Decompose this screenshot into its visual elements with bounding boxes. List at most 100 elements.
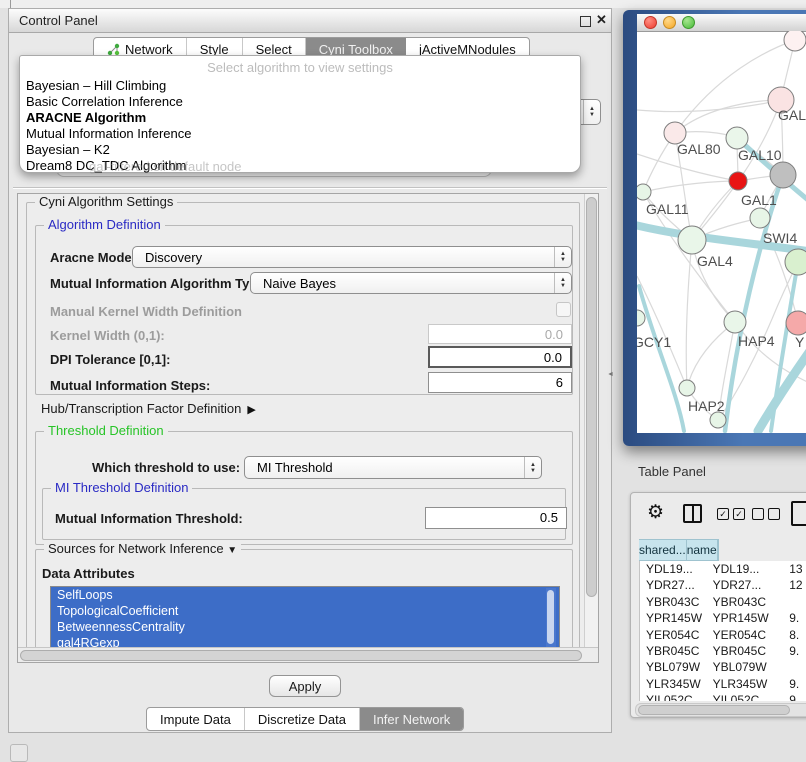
mi-threshold-label: Mutual Information Threshold: [55,511,243,526]
top-strip [0,0,806,8]
tab[interactable]: Infer Network [360,708,463,730]
cell-shared-name: YLR345W [640,676,710,692]
network-node[interactable] [750,208,770,228]
list-scrollbar[interactable] [546,588,556,650]
network-node[interactable] [784,31,806,51]
table-row[interactable]: YPR145W YPR145W 9. [640,610,806,626]
float-window-icon[interactable] [580,16,591,27]
node-label: Y [795,334,805,350]
zoom-traffic-light-icon[interactable] [682,16,695,29]
data-attributes-list: SelfLoops TopologicalCoefficient Between… [50,586,560,652]
application-window: Control Panel ✕ Network Style [0,0,806,762]
network-node[interactable] [724,311,746,333]
table-row[interactable]: YIL052C YIL052C 9. [640,692,806,701]
deselect-all-checkboxes-icon[interactable] [752,508,780,520]
list-item[interactable]: TopologicalCoefficient [51,603,559,619]
control-panel-titlebar: Control Panel ✕ [9,9,611,33]
settings-vertical-scrollbar[interactable] [584,194,598,648]
minimize-traffic-light-icon[interactable] [663,16,676,29]
close-icon[interactable]: ✕ [596,12,607,28]
network-node[interactable] [679,380,695,396]
column-header[interactable]: shared... [639,539,687,561]
hub-definition-toggle[interactable]: Hub/Transcription Factor Definition▶ [41,401,256,416]
list-scrollbar-thumb[interactable] [547,590,554,644]
table-row[interactable]: YDL19... YDL19... 13 [640,561,806,577]
select-all-checkboxes-icon[interactable]: ✓✓ [717,508,745,520]
mi-threshold-title: MI Threshold Definition [51,481,192,495]
tab[interactable]: Discretize Data [245,708,360,730]
cell-name: YER054C [710,627,786,643]
table-row[interactable]: YBR043C YBR043C [640,594,806,610]
network-node[interactable] [710,412,726,428]
network-canvas-frame: GAL7GAL80GAL10GAL1GAL11GAL4SWI4GCY1HAP4Y… [637,14,806,433]
manual-kernel-label: Manual Kernel Width Definition [50,304,242,319]
network-window-titlebar[interactable] [637,14,806,32]
settings-gear-icon[interactable]: ⚙ [647,503,664,523]
dropdown-item[interactable]: Basic Correlation Inference [26,94,574,110]
settings-horizontal-scrollbar[interactable] [18,647,598,662]
mi-steps-field[interactable]: 6 [428,372,572,393]
list-item[interactable]: SelfLoops [51,587,559,603]
apply-button[interactable]: Apply [269,675,341,697]
cell-name: YBR045C [710,643,786,659]
resize-grip[interactable] [10,744,28,762]
network-node[interactable] [770,162,796,188]
table-row[interactable]: YER054C YER054C 8. [640,627,806,643]
dropdown-item[interactable]: Bayesian – Hill Climbing [26,78,574,94]
column-header[interactable]: name [687,539,718,561]
which-threshold-label: Which threshold to use: [92,460,240,475]
network-view-window: GAL7GAL80GAL10GAL1GAL11GAL4SWI4GCY1HAP4Y… [623,10,806,446]
aracne-mode-combo[interactable]: Discovery ▲▼ [132,246,572,268]
cell-name: YLR345W [710,676,786,692]
table-row[interactable]: YDR27... YDR27... 12 [640,577,806,593]
network-node[interactable] [678,226,706,254]
manual-kernel-checkbox[interactable] [556,302,571,317]
spinner-arrows-icon: ▲▼ [583,100,600,124]
cell-shared-name: YBL079W [640,659,710,675]
kernel-width-field[interactable]: 0.0 [428,324,572,344]
node-label: GAL11 [646,201,689,217]
column-layout-icon[interactable] [683,504,702,523]
cell-shared-name: YBR045C [640,643,710,659]
mi-type-combo[interactable]: Naive Bayes ▲▼ [250,272,572,294]
spinner-arrows-icon: ▲▼ [554,273,571,293]
panel-title: Control Panel [19,13,98,28]
network-node[interactable] [726,127,748,149]
which-threshold-value: MI Threshold [245,460,333,475]
list-item[interactable]: BetweennessCentrality [51,619,559,635]
table-horizontal-scrollbar[interactable] [635,703,806,717]
table-row[interactable]: YBL079W YBL079W [640,659,806,675]
network-node[interactable] [637,310,645,326]
cell-value: 9. [785,676,806,692]
table-row[interactable]: YBR045C YBR045C 9. [640,643,806,659]
sources-title[interactable]: Sources for Network Inference ▼ [44,542,241,558]
cell-value: 9. [785,692,806,701]
new-table-icon[interactable] [791,501,806,526]
splitter-collapse-handle[interactable]: ◄ [607,371,613,379]
cell-value: 8. [785,627,806,643]
dpi-tolerance-field[interactable]: 0.0 [428,346,572,368]
table-row[interactable]: YLR345W YLR345W 9. [640,676,806,692]
cell-value [785,594,806,610]
tab[interactable]: Impute Data [147,708,245,730]
settings-hscrollbar-thumb[interactable] [20,650,582,661]
kernel-width-label: Kernel Width (0,1): [50,328,165,343]
dropdown-item[interactable]: Mutual Information Inference [26,126,574,142]
dropdown-item[interactable]: Bayesian – K2 [26,142,574,158]
close-traffic-light-icon[interactable] [644,16,657,29]
column-header[interactable] [718,539,719,561]
network-node[interactable] [729,172,747,190]
network-node[interactable] [785,249,806,275]
network-node[interactable] [637,184,651,200]
mi-threshold-field[interactable]: 0.5 [425,507,567,529]
sources-group: Sources for Network Inference ▼ Data Att… [35,549,573,659]
which-threshold-combo[interactable]: MI Threshold ▲▼ [244,456,542,479]
network-node[interactable] [786,311,806,335]
table-body: YDL19... YDL19... 13 YDR27... YDR27... 1… [639,561,806,701]
dropdown-item[interactable]: ARACNE Algorithm [26,110,574,126]
tab-label: Impute Data [160,712,231,727]
network-canvas[interactable]: GAL7GAL80GAL10GAL1GAL11GAL4SWI4GCY1HAP4Y… [637,31,806,433]
cell-shared-name: YPR145W [640,610,710,626]
settings-scrollbar-thumb[interactable] [586,197,597,597]
table-hscrollbar-thumb[interactable] [638,705,790,715]
